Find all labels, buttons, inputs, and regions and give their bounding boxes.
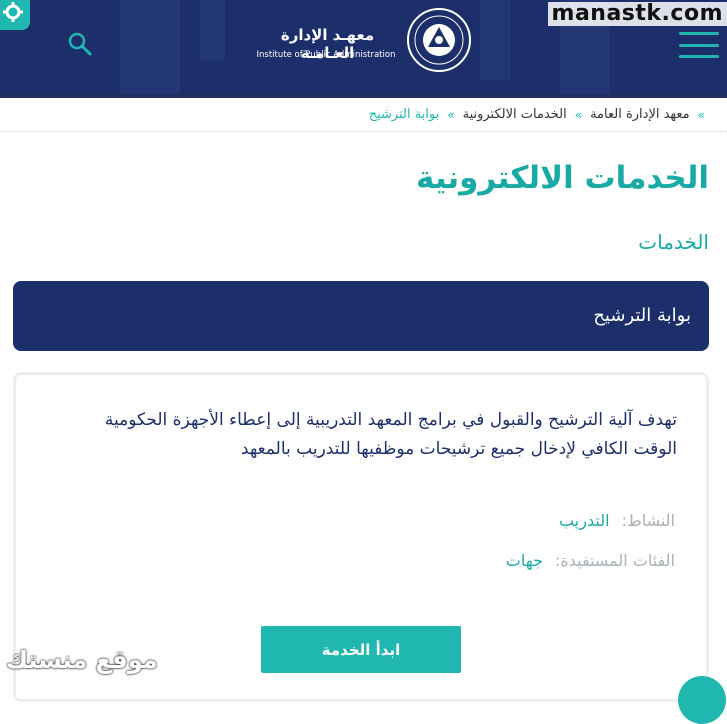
breadcrumb: » معهد الإدارة العامة » الخدمات الالكترو… xyxy=(369,107,705,122)
header-bottom-stripe xyxy=(0,94,727,98)
header-decoration xyxy=(120,0,180,94)
hamburger-menu-button[interactable] xyxy=(679,32,719,58)
beneficiaries-value: جهات xyxy=(505,551,543,570)
chevron-left-icon: » xyxy=(697,107,705,122)
beneficiaries-row: الفئات المستفيدة: جهات xyxy=(506,551,675,570)
divider xyxy=(0,131,727,132)
beneficiaries-label: الفئات المستفيدة: xyxy=(554,551,675,570)
breadcrumb-eservices[interactable]: الخدمات الالكترونية xyxy=(463,107,567,122)
service-card-header: بوابة الترشيح xyxy=(13,281,709,351)
service-title: بوابة الترشيح xyxy=(593,305,691,326)
breadcrumb-current: بوابة الترشيح xyxy=(368,107,440,122)
gear-icon xyxy=(3,2,23,22)
floating-action-button[interactable] xyxy=(678,676,726,724)
header-decoration xyxy=(480,0,510,80)
chevron-left-icon: » xyxy=(574,107,583,122)
watermark-text: manastk.com xyxy=(547,2,727,26)
bottom-watermark: موقع منستك xyxy=(6,646,158,674)
activity-label: النشاط: xyxy=(621,511,675,530)
start-service-button[interactable]: ابدأ الخدمة xyxy=(261,626,461,673)
activity-row: النشاط: التدريب xyxy=(559,511,675,530)
section-subtitle: الخدمات xyxy=(638,230,709,254)
logo-english-text: Institute of Public Administration xyxy=(256,50,396,60)
page-title: الخدمات الالكترونية xyxy=(416,160,709,196)
header-decoration xyxy=(200,0,225,60)
search-button[interactable] xyxy=(66,30,94,58)
service-description: تهدف آلية الترشيح والقبول في برامج المعه… xyxy=(104,410,677,459)
activity-value: التدريب xyxy=(559,511,610,530)
breadcrumb-home[interactable]: معهد الإدارة العامة xyxy=(590,107,690,122)
settings-button[interactable] xyxy=(0,0,30,30)
chevron-left-icon: » xyxy=(447,107,455,122)
menu-icon xyxy=(679,32,719,35)
search-icon xyxy=(68,32,92,56)
institute-seal-logo[interactable] xyxy=(406,7,472,73)
